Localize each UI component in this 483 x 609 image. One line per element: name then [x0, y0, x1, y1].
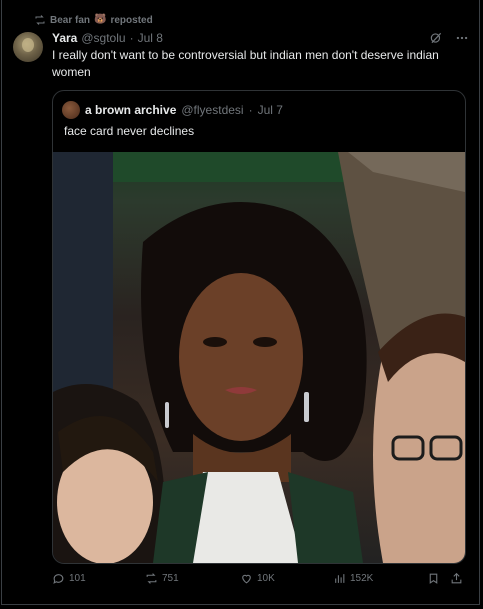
quoted-dot-separator: · — [248, 103, 253, 117]
quoted-author-handle[interactable]: @flyestdesi — [181, 103, 243, 117]
quoted-author-name[interactable]: a brown archive — [85, 103, 176, 117]
repost-action-icon — [146, 573, 157, 584]
quoted-photo[interactable] — [53, 152, 465, 563]
post-header: Yara @sgtolu · Jul 8 — [52, 31, 163, 45]
repost-label: reposted — [110, 14, 153, 26]
post-top-icons — [429, 31, 469, 45]
reply-button[interactable]: 101 — [52, 572, 86, 585]
heart-icon — [242, 574, 251, 584]
author-handle[interactable]: @sgtolu — [81, 31, 125, 45]
reposter-name[interactable]: Bear fan — [50, 15, 90, 26]
quoted-post[interactable]: a brown archive @flyestdesi · Jul 7 face… — [52, 90, 466, 564]
like-button[interactable]: 10K — [240, 572, 275, 585]
quoted-avatar[interactable] — [62, 101, 80, 119]
quoted-text: face card never declines — [64, 124, 195, 138]
dot-separator: · — [129, 31, 134, 45]
action-bar: 101 751 10K 152K — [52, 572, 466, 588]
share-button[interactable] — [450, 572, 463, 585]
reply-count: 101 — [69, 573, 86, 584]
grok-icon[interactable] — [429, 31, 443, 45]
repost-count: 751 — [162, 573, 179, 584]
more-options-icon[interactable] — [455, 31, 469, 45]
views-icon — [335, 574, 345, 583]
views-button[interactable]: 152K — [333, 572, 373, 585]
repost-icon — [35, 15, 45, 25]
like-count: 10K — [257, 573, 275, 584]
views-count: 152K — [350, 573, 374, 584]
post-date[interactable]: Jul 8 — [138, 31, 163, 45]
avatar[interactable] — [13, 32, 43, 62]
reply-icon — [53, 574, 64, 584]
quoted-header: a brown archive @flyestdesi · Jul 7 — [62, 101, 283, 119]
bookmark-button[interactable] — [427, 572, 440, 585]
photo-illustration — [53, 152, 465, 563]
share-icon — [451, 572, 462, 584]
author-name[interactable]: Yara — [52, 31, 77, 45]
bookmark-icon — [429, 573, 438, 584]
post-text: I really don't want to be controversial … — [52, 48, 439, 79]
repost-button[interactable]: 751 — [145, 572, 179, 585]
quoted-date[interactable]: Jul 7 — [258, 103, 283, 117]
bear-emoji: 🐻 — [94, 14, 107, 25]
repost-indicator: Bear fan 🐻 reposted — [34, 13, 153, 27]
